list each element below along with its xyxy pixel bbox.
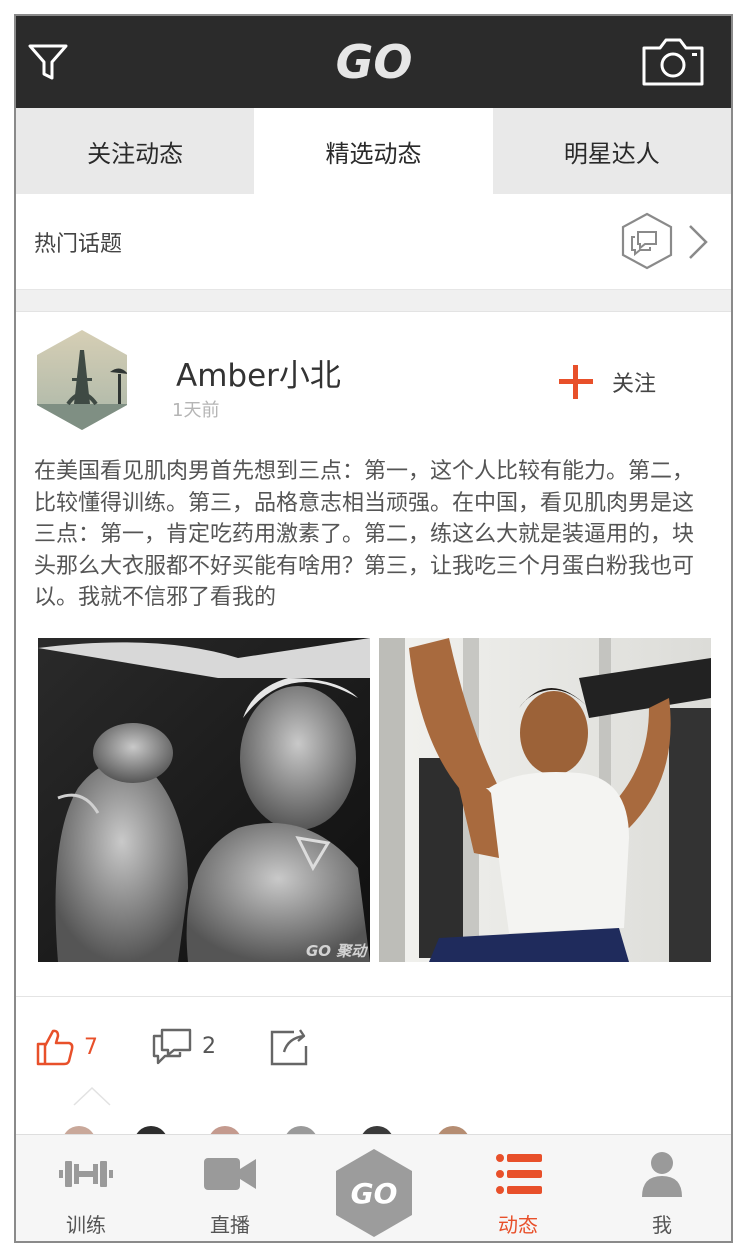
bottom-nav: 训练 直播 GO 动态 我 bbox=[16, 1134, 731, 1241]
chat-bubbles-icon bbox=[621, 212, 673, 270]
chevron-right-icon bbox=[689, 225, 708, 259]
like-count: 7 bbox=[84, 1034, 98, 1060]
go-logo: GO bbox=[318, 34, 430, 90]
app-frame: GO 关注动态 精选动态 明星达人 热门话题 Amber小北 1天前 关注 在美… bbox=[14, 14, 733, 1243]
thumbs-up-icon bbox=[36, 1029, 74, 1066]
like-button[interactable]: 7 bbox=[34, 1026, 98, 1068]
tab-stars[interactable]: 明星达人 bbox=[492, 108, 731, 194]
tab-following[interactable]: 关注动态 bbox=[16, 108, 255, 194]
section-gap bbox=[16, 290, 731, 312]
photo-watermark: GO 聚动 bbox=[306, 942, 368, 960]
post-actions: 7 2 bbox=[16, 1026, 731, 1076]
share-icon bbox=[270, 1029, 308, 1066]
nav-feed[interactable]: 动态 bbox=[458, 1135, 578, 1241]
nav-feed-label: 动态 bbox=[498, 1213, 538, 1237]
filter-button[interactable] bbox=[26, 40, 70, 84]
post-photo-1[interactable]: GO 聚动 bbox=[38, 638, 370, 962]
dumbbell-icon bbox=[59, 1161, 113, 1187]
list-icon bbox=[496, 1154, 542, 1194]
tab-featured[interactable]: 精选动态 bbox=[254, 108, 493, 194]
camera-button[interactable] bbox=[640, 36, 706, 88]
logo-text: GO bbox=[336, 35, 413, 89]
post-username[interactable]: Amber小北 bbox=[176, 350, 341, 395]
avatar[interactable] bbox=[34, 328, 130, 432]
nav-training-label: 训练 bbox=[66, 1213, 106, 1237]
likers-caret bbox=[73, 1086, 111, 1106]
post-divider bbox=[16, 996, 731, 997]
post-text: 在美国看见肌肉男首先想到三点：第一，这个人比较有能力。第二，比较懂得训练。第三，… bbox=[34, 459, 695, 610]
person-icon bbox=[642, 1152, 682, 1197]
nav-me[interactable]: 我 bbox=[602, 1135, 722, 1241]
share-button[interactable] bbox=[268, 1026, 312, 1072]
nav-live-label: 直播 bbox=[210, 1213, 250, 1237]
nav-go-text: GO bbox=[351, 1177, 398, 1210]
nav-go-button[interactable]: GO bbox=[332, 1147, 416, 1239]
post-photo-2[interactable] bbox=[379, 638, 711, 962]
comment-count: 2 bbox=[202, 1033, 216, 1059]
post-time: 1天前 bbox=[172, 400, 220, 421]
follow-button[interactable]: 关注 bbox=[556, 360, 656, 404]
follow-label: 关注 bbox=[612, 372, 657, 397]
nav-live[interactable]: 直播 bbox=[170, 1135, 290, 1241]
video-camera-icon bbox=[204, 1158, 256, 1190]
hot-topics-row[interactable]: 热门话题 bbox=[16, 194, 731, 290]
top-bar: GO bbox=[16, 16, 731, 108]
nav-me-label: 我 bbox=[652, 1213, 672, 1237]
feed-tabs: 关注动态 精选动态 明星达人 bbox=[16, 108, 731, 194]
hot-topics-label: 热门话题 bbox=[34, 232, 123, 257]
go-logo-icon: GO bbox=[336, 1149, 412, 1237]
comment-button[interactable]: 2 bbox=[150, 1026, 216, 1066]
filter-icon bbox=[28, 44, 68, 80]
comment-icon bbox=[152, 1028, 192, 1065]
plus-icon bbox=[556, 362, 596, 402]
camera-icon bbox=[642, 38, 704, 86]
nav-training[interactable]: 训练 bbox=[26, 1135, 146, 1241]
